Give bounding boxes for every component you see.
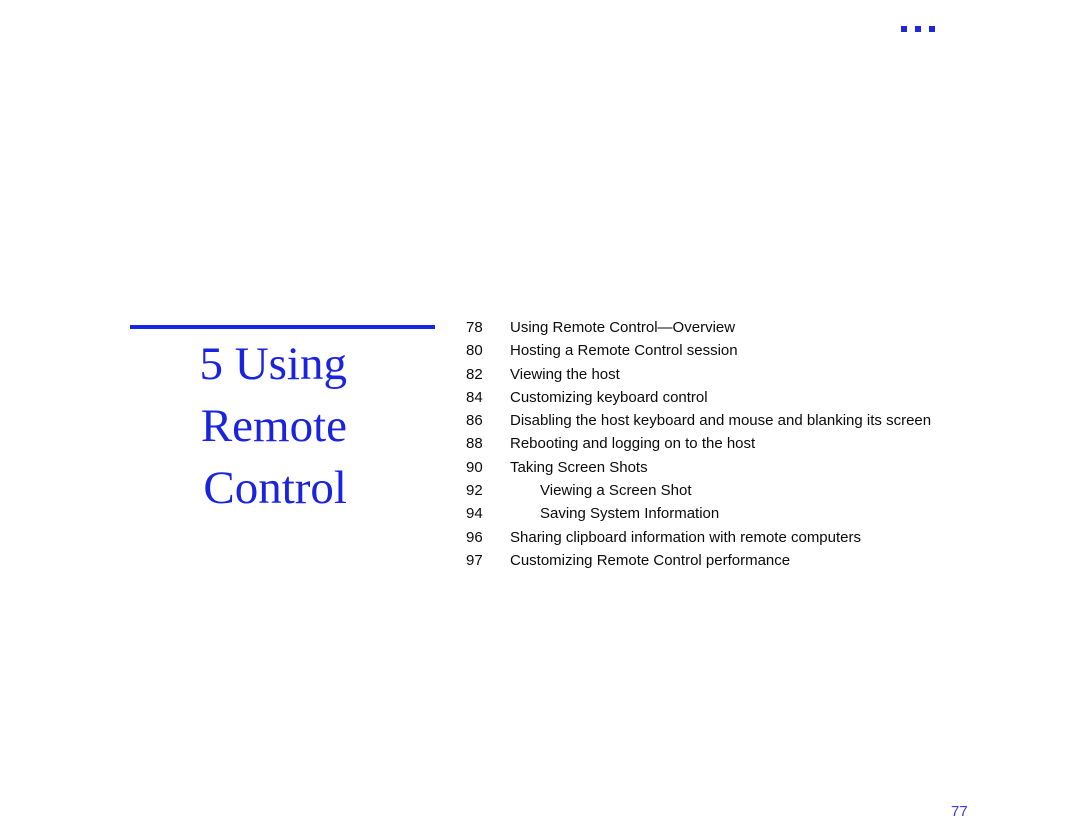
toc-entry-page-number: 97 xyxy=(466,551,483,569)
toc-entry-page-number: 86 xyxy=(466,412,483,430)
chapter-title: 5 Using Remote Control xyxy=(130,333,347,519)
toc-entry-page-number: 90 xyxy=(466,458,483,476)
toc-entry-label: Taking Screen Shots xyxy=(510,458,648,476)
toc-entry-page-number: 82 xyxy=(466,365,483,383)
chapter-title-line-3: Control xyxy=(203,462,347,514)
toc-entry-page-number: 96 xyxy=(466,528,483,546)
toc-entry-label: Using Remote Control—Overview xyxy=(510,319,736,336)
toc-entry-page-number: 78 xyxy=(466,319,483,336)
chapter-title-line-2: Remote xyxy=(200,400,347,452)
toc-entry[interactable]: 82 Viewing the host xyxy=(466,366,1026,389)
toc-entry-label: Viewing a Screen Shot xyxy=(540,482,692,500)
toc-entry-label: Sharing clipboard information with remot… xyxy=(510,528,861,546)
toc-entry[interactable]: 92 Viewing a Screen Shot xyxy=(466,482,1026,505)
toc-entry[interactable]: 97 Customizing Remote Control performance xyxy=(466,552,1026,575)
toc-entry-page-number: 80 xyxy=(466,342,483,360)
toc-entry-label: Rebooting and logging on to the host xyxy=(510,435,756,453)
toc-entry[interactable]: 78 Using Remote Control—Overview xyxy=(466,319,1026,342)
toc-entry-label: Hosting a Remote Control session xyxy=(510,342,738,360)
chapter-title-line-1: 5 Using xyxy=(199,338,347,390)
dot-icon xyxy=(901,26,907,32)
toc-entry[interactable]: 80 Hosting a Remote Control session xyxy=(466,342,1026,365)
toc-entry-label: Customizing keyboard control xyxy=(510,388,708,406)
toc-entry-page-number: 88 xyxy=(466,435,483,453)
page-number: 77 xyxy=(951,803,968,820)
toc-entry[interactable]: 86 Disabling the host keyboard and mouse … xyxy=(466,412,1026,435)
toc-entry-label: Disabling the host keyboard and mouse an… xyxy=(510,412,932,430)
toc-entry-label: Customizing Remote Control performance xyxy=(510,551,791,569)
corner-dots-marker xyxy=(901,26,935,32)
toc-entry-label: Viewing the host xyxy=(510,365,620,383)
chapter-table-of-contents: 78 Using Remote Control—Overview 80 Hosting… xyxy=(466,319,1026,575)
toc-entry[interactable]: 96 Sharing clipboard information with rem… xyxy=(466,529,1026,552)
toc-entry[interactable]: 88 Rebooting and logging on to the host xyxy=(466,435,1026,458)
chapter-heading-block: 5 Using Remote Control xyxy=(130,325,435,519)
dot-icon xyxy=(929,26,935,32)
toc-entry[interactable]: 94 Saving System Information xyxy=(466,505,1026,528)
toc-entry[interactable]: 84 Customizing keyboard control xyxy=(466,389,1026,412)
toc-entry-page-number: 94 xyxy=(466,505,483,523)
chapter-rule-divider xyxy=(130,325,435,329)
toc-entry-page-number: 84 xyxy=(466,388,483,406)
toc-entry-page-number: 92 xyxy=(466,482,483,500)
toc-entry-label: Saving System Information xyxy=(540,505,720,523)
toc-entry[interactable]: 90 Taking Screen Shots xyxy=(466,459,1026,482)
dot-icon xyxy=(915,26,921,32)
